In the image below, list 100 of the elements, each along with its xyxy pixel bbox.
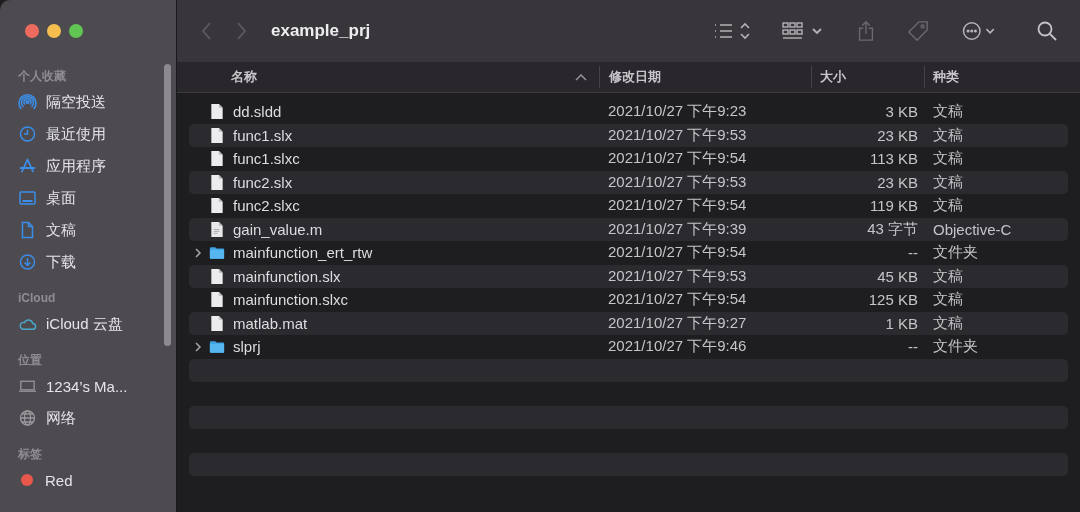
file-kind: 文稿 bbox=[933, 102, 963, 122]
date-modified: 2021/10/27 下午9:53 bbox=[608, 172, 747, 192]
file-kind: 文稿 bbox=[933, 313, 963, 333]
sidebar-item[interactable]: iCloud 云盘 bbox=[18, 308, 168, 340]
folder-icon bbox=[209, 244, 225, 262]
file-row[interactable]: func1.slxc 2021/10/27 下午9:54 113 KB 文稿 bbox=[189, 147, 1068, 171]
file-row[interactable]: mainfunction_ert_rtw 2021/10/27 下午9:54 -- 文件夹 bbox=[189, 241, 1068, 265]
text-file-icon bbox=[209, 220, 225, 238]
zoom-icon[interactable] bbox=[69, 24, 83, 38]
file-row[interactable]: func2.slx 2021/10/27 下午9:53 23 KB 文稿 bbox=[189, 170, 1068, 194]
file-icon bbox=[209, 150, 225, 168]
airdrop-icon bbox=[18, 93, 37, 111]
sidebar-item[interactable]: 文稿 bbox=[18, 214, 168, 246]
sidebar-item[interactable]: Red bbox=[18, 464, 168, 496]
column-header[interactable]: 种类 bbox=[924, 66, 1068, 88]
file-name: matlab.mat bbox=[233, 314, 308, 332]
file-row[interactable]: matlab.mat 2021/10/27 下午9:27 1 KB 文稿 bbox=[189, 311, 1068, 335]
sort-caret-icon bbox=[575, 73, 587, 81]
date-modified: 2021/10/27 下午9:54 bbox=[608, 149, 747, 169]
file-size: 3 KB bbox=[885, 103, 918, 121]
file-icon bbox=[209, 291, 225, 309]
file-name: func1.slxc bbox=[233, 150, 300, 168]
date-modified: 2021/10/27 下午9:46 bbox=[608, 337, 747, 357]
search-icon[interactable] bbox=[1036, 20, 1058, 42]
file-name: func2.slxc bbox=[233, 197, 300, 215]
file-icon bbox=[209, 103, 225, 121]
file-size: 45 KB bbox=[877, 267, 918, 285]
globe-icon bbox=[18, 409, 37, 427]
file-row[interactable]: func2.slxc 2021/10/27 下午9:54 119 KB 文稿 bbox=[189, 194, 1068, 218]
file-size: 43 字节 bbox=[867, 219, 918, 239]
date-modified: 2021/10/27 下午9:39 bbox=[608, 219, 747, 239]
file-name: func2.slx bbox=[233, 173, 293, 191]
section-title: iCloud bbox=[18, 290, 57, 307]
column-header[interactable]: 修改日期 bbox=[599, 66, 811, 88]
date-modified: 2021/10/27 下午9:23 bbox=[608, 102, 747, 122]
file-row[interactable]: mainfunction.slx 2021/10/27 下午9:53 45 KB 文稿 bbox=[189, 264, 1068, 288]
file-size: 23 KB bbox=[877, 173, 918, 191]
file-name: slprj bbox=[233, 338, 261, 356]
file-kind: 文稿 bbox=[933, 290, 963, 310]
file-row[interactable]: func1.slx 2021/10/27 下午9:53 23 KB 文稿 bbox=[189, 123, 1068, 147]
scrollbar[interactable] bbox=[164, 64, 171, 346]
file-icon bbox=[209, 267, 225, 285]
file-name: mainfunction.slxc bbox=[233, 291, 349, 309]
file-size: -- bbox=[908, 244, 918, 262]
date-modified: 2021/10/27 下午9:54 bbox=[608, 196, 747, 216]
tag-icon[interactable] bbox=[906, 20, 930, 42]
file-size: 125 KB bbox=[868, 291, 918, 309]
window-title: example_prj bbox=[271, 21, 371, 41]
file-icon bbox=[209, 173, 225, 191]
date-modified: 2021/10/27 下午9:27 bbox=[608, 313, 747, 333]
date-modified: 2021/10/27 下午9:53 bbox=[608, 125, 747, 145]
file-name: func1.slx bbox=[233, 126, 293, 144]
file-name: dd.sldd bbox=[233, 103, 282, 121]
file-kind: 文稿 bbox=[933, 172, 963, 192]
sidebar-item[interactable]: 网络 bbox=[18, 402, 168, 434]
file-size: -- bbox=[908, 338, 918, 356]
sidebar-item[interactable]: 隔空投送 bbox=[18, 86, 168, 118]
file-icon bbox=[209, 314, 225, 332]
file-kind: 文件夹 bbox=[933, 337, 978, 357]
file-size: 23 KB bbox=[877, 126, 918, 144]
sidebar-item[interactable]: 1234’s Ma... bbox=[18, 370, 168, 402]
column-header[interactable]: 大小 bbox=[811, 66, 924, 88]
file-size: 119 KB bbox=[869, 197, 918, 215]
section-title: 个人收藏 bbox=[18, 68, 67, 85]
close-icon[interactable] bbox=[25, 24, 39, 38]
section-title: 位置 bbox=[18, 352, 43, 369]
apps-icon bbox=[18, 157, 37, 175]
desktop-icon bbox=[18, 189, 37, 207]
section-title: 标签 bbox=[18, 446, 43, 463]
file-size: 113 KB bbox=[869, 150, 918, 168]
minimize-icon[interactable] bbox=[47, 24, 61, 38]
list-view-icon[interactable] bbox=[712, 20, 752, 42]
file-kind: 文稿 bbox=[933, 266, 963, 286]
file-size: 1 KB bbox=[885, 314, 918, 332]
file-kind: 文稿 bbox=[933, 196, 963, 216]
file-name: mainfunction.slx bbox=[233, 267, 341, 285]
file-name: gain_value.m bbox=[233, 220, 323, 238]
column-header[interactable]: 名称 bbox=[189, 66, 599, 88]
clock-icon bbox=[18, 125, 37, 143]
sidebar-item[interactable]: 下载 bbox=[18, 246, 168, 278]
disclosure-chevron-icon[interactable] bbox=[194, 246, 202, 259]
file-row[interactable]: dd.sldd 2021/10/27 下午9:23 3 KB 文稿 bbox=[189, 100, 1068, 124]
file-icon bbox=[209, 126, 225, 144]
sidebar-item[interactable]: 桌面 bbox=[18, 182, 168, 214]
file-icon bbox=[209, 197, 225, 215]
file-kind: 文稿 bbox=[933, 125, 963, 145]
file-row[interactable]: slprj 2021/10/27 下午9:46 -- 文件夹 bbox=[189, 335, 1068, 359]
file-kind: 文稿 bbox=[933, 149, 963, 169]
file-row[interactable]: mainfunction.slxc 2021/10/27 下午9:54 125 KB 文稿 bbox=[189, 288, 1068, 312]
file-kind: Objective-C bbox=[933, 220, 1012, 238]
share-icon[interactable] bbox=[856, 20, 876, 42]
download-icon bbox=[18, 253, 37, 271]
folder-icon bbox=[209, 338, 225, 356]
disclosure-chevron-icon[interactable] bbox=[194, 340, 202, 353]
file-kind: 文件夹 bbox=[933, 243, 978, 263]
sidebar-item[interactable]: 应用程序 bbox=[18, 150, 168, 182]
date-modified: 2021/10/27 下午9:54 bbox=[608, 243, 747, 263]
file-row[interactable]: gain_value.m 2021/10/27 下午9:39 43 字节 Objective-C bbox=[189, 217, 1068, 241]
sidebar-item[interactable]: 最近使用 bbox=[18, 118, 168, 150]
date-modified: 2021/10/27 下午9:53 bbox=[608, 266, 747, 286]
